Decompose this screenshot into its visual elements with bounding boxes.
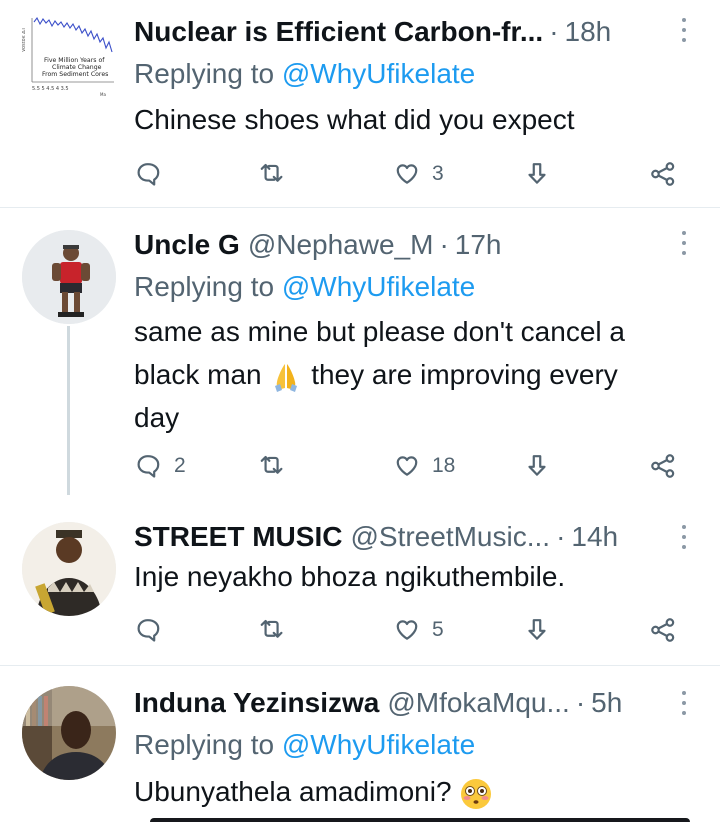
tweet-text-line: same as mine but please don't cancel a xyxy=(134,316,625,347)
author-handle[interactable]: @MfokaMqu... xyxy=(387,686,569,720)
timestamp[interactable]: 18h xyxy=(565,15,612,49)
svg-text:Vostok ΔT: Vostok ΔT xyxy=(22,26,27,52)
mention-link[interactable]: @WhyUfikelate xyxy=(282,271,475,302)
replying-to-label: Replying to xyxy=(134,729,275,760)
avatar-caption-line3: From Sediment Cores xyxy=(42,71,108,78)
author-handle[interactable]: @Nephawe_M xyxy=(248,228,434,262)
tweet-4[interactable]: Induna Yezinsizwa @MfokaMqu... · 5h Repl… xyxy=(0,666,720,822)
more-icon[interactable] xyxy=(676,231,692,255)
retweet-icon xyxy=(260,455,283,474)
share-icon xyxy=(651,618,675,642)
like-count: 5 xyxy=(432,618,444,641)
reply-button[interactable] xyxy=(134,612,164,648)
mention-link[interactable]: @WhyUfikelate xyxy=(282,58,475,89)
replying-to: Replying to @WhyUfikelate xyxy=(134,270,475,304)
tweet-2[interactable]: Uncle G @Nephawe_M · 17h Replying to @Wh… xyxy=(0,208,720,495)
retweet-icon xyxy=(260,619,283,638)
like-icon xyxy=(396,620,418,640)
tweet-text-segment: black man xyxy=(134,359,262,390)
more-icon[interactable] xyxy=(676,18,692,42)
tweet-text-line: black man they are improving every xyxy=(134,353,690,396)
reply-button[interactable]: 2 xyxy=(134,448,186,484)
tweet-text: same as mine but please don't cancel a b… xyxy=(134,310,690,439)
thread-line xyxy=(67,326,70,495)
svg-text:5.5 5 4.5 4 3.5: 5.5 5 4.5 4 3.5 xyxy=(32,86,69,92)
avatar-caption-line2: Climate Change xyxy=(52,64,102,71)
replying-to: Replying to @WhyUfikelate xyxy=(134,57,475,91)
timestamp[interactable]: 5h xyxy=(591,686,622,720)
download-button[interactable] xyxy=(522,448,552,484)
like-button[interactable]: 3 xyxy=(392,156,444,192)
tweet-1-header: Nuclear is Efficient Carbon-fr... · 18h xyxy=(134,15,662,49)
media-preview-edge[interactable] xyxy=(150,818,690,822)
replying-to-label: Replying to xyxy=(134,58,275,89)
tweet-actions: 5 xyxy=(134,612,694,648)
tweet-text: Ubunyathela amadimoni? xyxy=(134,770,690,813)
download-button[interactable] xyxy=(522,156,552,192)
like-icon xyxy=(396,456,418,476)
author-name[interactable]: Uncle G xyxy=(134,228,240,262)
author-handle[interactable]: @StreetMusic... xyxy=(350,520,550,554)
reply-icon xyxy=(137,619,160,642)
like-icon xyxy=(396,164,418,184)
share-button[interactable] xyxy=(648,612,678,648)
like-count: 3 xyxy=(432,162,444,185)
author-name[interactable]: Nuclear is Efficient Carbon-fr... xyxy=(134,15,543,49)
like-count: 18 xyxy=(432,454,456,477)
author-name[interactable]: STREET MUSIC xyxy=(134,520,342,554)
tweet-text-segment: they are improving every xyxy=(311,359,618,390)
timestamp[interactable]: 17h xyxy=(455,228,502,262)
author-name[interactable]: Induna Yezinsizwa xyxy=(134,686,379,720)
avatar-street-music[interactable] xyxy=(22,522,116,616)
download-icon xyxy=(528,455,546,476)
tweet-text: Inje neyakho bhoza ngikuthembile. xyxy=(134,561,566,592)
reply-button[interactable] xyxy=(134,156,164,192)
replying-to: Replying to @WhyUfikelate xyxy=(134,728,475,762)
reply-icon xyxy=(137,455,160,478)
download-icon xyxy=(528,619,546,640)
more-icon[interactable] xyxy=(676,691,692,715)
retweet-button[interactable] xyxy=(256,448,286,484)
tweet-3-header: STREET MUSIC @StreetMusic... · 14h xyxy=(134,520,662,554)
replying-to-label: Replying to xyxy=(134,271,275,302)
folded-hands-emoji-icon xyxy=(275,363,298,392)
tweet-text-line: day xyxy=(134,402,180,433)
tweet-2-header: Uncle G @Nephawe_M · 17h xyxy=(134,228,662,262)
share-icon xyxy=(651,454,675,478)
reply-count: 2 xyxy=(174,454,186,477)
avatar-uncle-g[interactable] xyxy=(22,230,116,324)
flushed-face-emoji-icon xyxy=(461,778,492,809)
mention-link[interactable]: @WhyUfikelate xyxy=(282,729,475,760)
tweet-1[interactable]: Vostok ΔT Five Million Years of Climate … xyxy=(0,0,720,206)
tweet-actions: 2 18 xyxy=(134,448,694,484)
like-button[interactable]: 18 xyxy=(392,448,455,484)
retweet-icon xyxy=(260,163,283,182)
download-icon xyxy=(528,163,546,184)
reply-icon xyxy=(137,163,160,186)
share-button[interactable] xyxy=(648,156,678,192)
retweet-button[interactable] xyxy=(256,156,286,192)
avatar-induna[interactable] xyxy=(22,686,116,780)
retweet-button[interactable] xyxy=(256,612,286,648)
tweet-text: Chinese shoes what did you expect xyxy=(134,104,575,135)
avatar-climate-chart[interactable]: Vostok ΔT Five Million Years of Climate … xyxy=(22,12,118,102)
separator-dot: · xyxy=(439,229,449,260)
separator-dot: · xyxy=(575,687,586,718)
avatar-caption-line1: Five Million Years of xyxy=(44,57,105,64)
separator-dot: · xyxy=(549,16,559,47)
tweet-4-header: Induna Yezinsizwa @MfokaMqu... · 5h xyxy=(134,686,662,720)
tweet-3[interactable]: STREET MUSIC @StreetMusic... · 14h Inje … xyxy=(0,495,720,665)
more-icon[interactable] xyxy=(676,525,692,549)
like-button[interactable]: 5 xyxy=(392,612,444,648)
timestamp[interactable]: 14h xyxy=(571,520,618,554)
share-icon xyxy=(651,162,675,186)
separator-dot: · xyxy=(556,521,566,552)
share-button[interactable] xyxy=(648,448,678,484)
tweet-text-segment: Ubunyathela amadimoni? xyxy=(134,776,452,807)
tweet-actions: 3 xyxy=(134,156,694,192)
svg-text:Ma: Ma xyxy=(100,92,106,97)
download-button[interactable] xyxy=(522,612,552,648)
